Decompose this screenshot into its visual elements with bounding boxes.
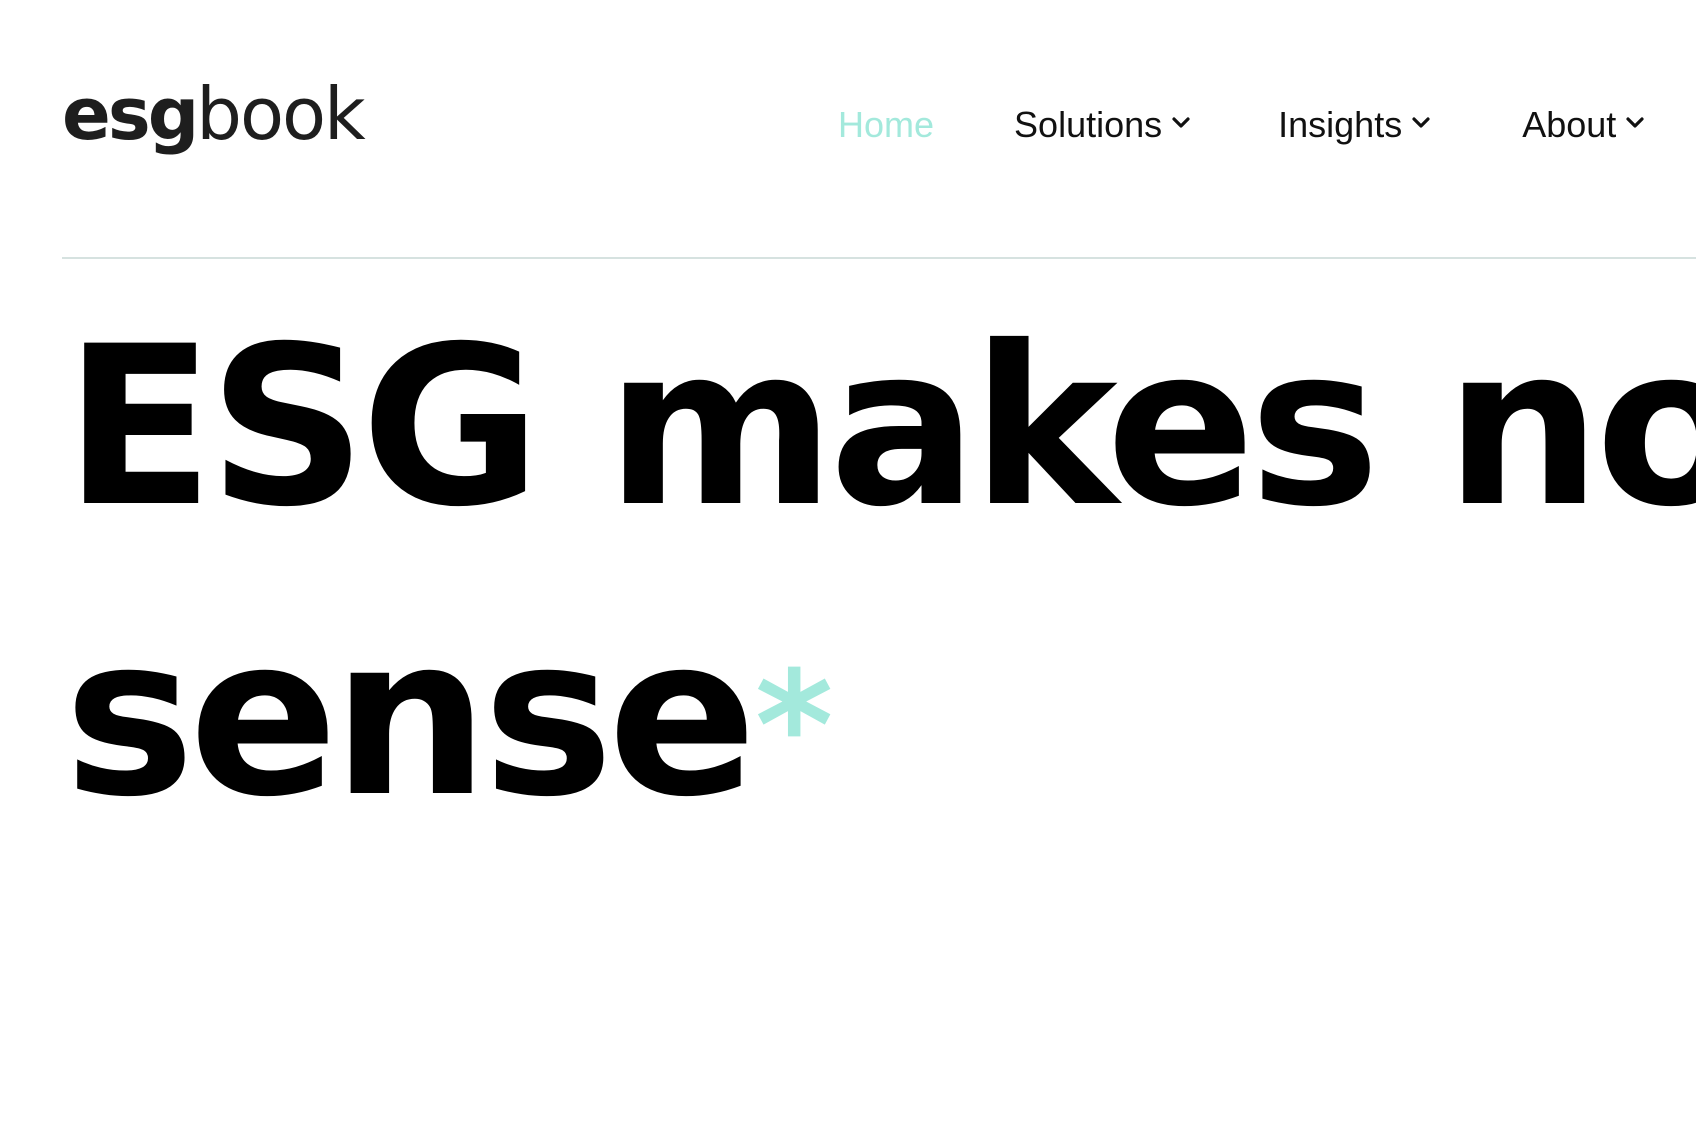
hero-line-1: ESG makes no [64,299,1696,555]
header-divider [62,257,1696,259]
nav-item-insights-label: Insights [1278,104,1403,145]
chevron-down-icon [1626,117,1644,128]
esgbook-logo[interactable]: esg book [62,72,366,168]
logo-bold-text: esg [62,72,199,156]
nav-item-solutions[interactable]: Solutions [1014,107,1192,143]
chevron-down-icon [1172,117,1190,128]
hero-line-2: sense [64,589,757,845]
main-nav: Home Solutions Insights About [838,100,1646,150]
nav-item-solutions-label: Solutions [1014,104,1163,145]
nav-item-home[interactable]: Home [838,107,934,143]
hero-headline: ESG makes no sense* [64,282,1696,862]
asterisk-mark: * [754,640,833,814]
site-header: esg book Home Solutions Insights About [0,0,1696,258]
nav-item-insights[interactable]: Insights [1278,107,1432,143]
nav-item-about[interactable]: About [1522,107,1646,143]
nav-item-about-label: About [1522,104,1617,145]
nav-item-home-label: Home [838,104,935,145]
hero-line-2-wrap: sense* [64,572,1664,862]
chevron-down-icon [1412,117,1430,128]
logo-light-text: book [196,72,365,156]
